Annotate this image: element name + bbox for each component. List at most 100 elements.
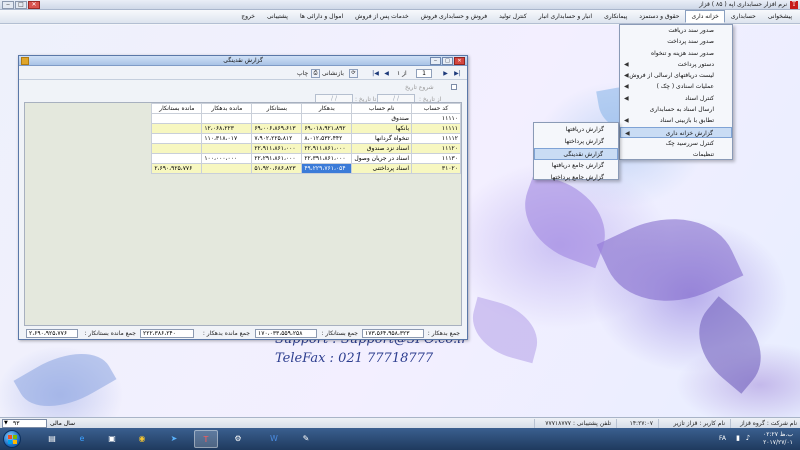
cell-credit[interactable]: ۲۲،۹۱۱،۸۶۱،۰۰۰	[251, 143, 303, 154]
dropdown-item[interactable]: صدور سند دریافت	[620, 25, 732, 36]
submenu-item[interactable]: گزارش نقدینگی	[534, 148, 618, 160]
cell-account-name[interactable]: اسناد پرداختنی	[351, 163, 412, 174]
dropdown-item[interactable]: لیست دریافتهای ارسالی از فروش ◀	[620, 70, 732, 81]
cell-credit[interactable]: ۲۲،۲۹۱،۸۶۱،۰۰۰	[251, 153, 303, 164]
minimize-button[interactable]: ‒	[2, 1, 14, 9]
cell-account-code[interactable]: ۱۱۱۳۰	[411, 153, 461, 164]
explorer-taskbar-icon[interactable]: ▤	[40, 430, 64, 448]
cell-remaining-credit[interactable]	[151, 123, 203, 134]
dropdown-item[interactable]: ارسال اسناد به حسابداری	[620, 104, 732, 115]
table-row[interactable]: ۱۱۱۱۰ صندوق	[151, 113, 461, 124]
table-row[interactable]: ۱۱۱۱۱ بانکها ۶۹،۰۱۸،۹۲۱،۸۹۲ ۶۹،۰۰۶،۸۶۹،۶۱۳ ۱…	[151, 123, 461, 134]
refresh-icon[interactable]: ⟳	[349, 69, 358, 78]
menu-assets[interactable]: اموال و دارائی ها	[294, 10, 349, 23]
table-row[interactable]: ۱۱۱۳۰ اسناد در جریان وصول ۲۲،۳۹۱،۸۶۱،۰۰۰ ۲۲…	[151, 153, 461, 164]
dropdown-item[interactable]: تنظیمات	[620, 149, 732, 160]
menu-payroll[interactable]: حقوق و دستمزد	[633, 10, 685, 23]
cell-debit[interactable]: ۴۹،۲۲۹،۷۶۱،۰۵۴	[301, 163, 353, 174]
cell-account-code[interactable]: ۱۱۱۲۰	[411, 143, 461, 154]
cell-debit[interactable]: ۲۲،۹۱۱،۸۶۱،۰۰۰	[301, 143, 353, 154]
menu-after-sales[interactable]: خدمات پس از فروش	[349, 10, 415, 23]
cell-remaining-credit[interactable]	[151, 133, 203, 144]
table-row[interactable]: ۱۱۱۲۰ اسناد نزد صندوق ۲۲،۹۱۱،۸۶۱،۰۰۰ ۲۲،۹۱۱…	[151, 143, 461, 154]
refresh-label[interactable]: بازنشانی	[322, 70, 344, 77]
dropdown-item[interactable]: گزارش خزانه داری ◀	[620, 126, 732, 138]
dropdown-item[interactable]: صدور سند پرداخت	[620, 36, 732, 47]
cell-account-name[interactable]: بانکها	[351, 123, 412, 134]
cell-credit[interactable]	[251, 113, 303, 124]
menu-inventory[interactable]: انبار و حسابداری انبار	[533, 10, 598, 23]
cell-account-code[interactable]: ۱۱۱۱۱	[411, 123, 461, 134]
cell-account-name[interactable]: صندوق	[351, 113, 412, 124]
menu-support[interactable]: پشتیبانی	[261, 10, 294, 23]
menu-contracting[interactable]: پیمانکاری	[598, 10, 633, 23]
cell-remaining-credit[interactable]	[151, 143, 203, 154]
menu-production[interactable]: کنترل تولید	[493, 10, 533, 23]
tool-taskbar-icon[interactable]: ⚙	[226, 430, 250, 448]
cell-remaining-debit[interactable]	[201, 163, 253, 174]
print-icon[interactable]: ⎙	[311, 69, 320, 78]
dropdown-item[interactable]: تطابق با بازبینی اسناد ◀	[620, 115, 732, 126]
cell-remaining-debit[interactable]: ۱۰۰،۰۰۰،۰۰۰	[201, 153, 253, 164]
volume-icon[interactable]: ♪	[744, 434, 752, 442]
ie-taskbar-icon[interactable]: e	[70, 430, 94, 448]
cell-credit[interactable]: ۵۱،۹۲۰،۶۸۶،۸۲۳	[251, 163, 303, 174]
cell-remaining-debit[interactable]	[201, 143, 253, 154]
submenu-item[interactable]: گزارش جامع دریافتها	[534, 160, 618, 172]
submenu-item[interactable]: گزارش دریافتها	[534, 124, 618, 136]
col-remaining-debit[interactable]: مانده بدهکار	[201, 103, 253, 114]
maximize-button[interactable]: □	[15, 1, 27, 9]
paint-taskbar-icon[interactable]: ✎	[294, 430, 318, 448]
dropdown-item[interactable]: کنترل اسناد ◀	[620, 93, 732, 104]
word-taskbar-icon[interactable]: W	[262, 430, 286, 448]
col-credit[interactable]: بستانکار	[251, 103, 303, 114]
cell-account-name[interactable]: اسناد نزد صندوق	[351, 143, 412, 154]
col-account-name[interactable]: نام حساب	[351, 103, 412, 114]
dropdown-item[interactable]: کنترل سررسید چک	[620, 138, 732, 149]
cell-debit[interactable]: ۶۹،۰۱۸،۹۲۱،۸۹۲	[301, 123, 353, 134]
chrome-taskbar-icon[interactable]: ◉	[130, 430, 154, 448]
report-maximize-button[interactable]: □	[442, 57, 453, 65]
telegram-taskbar-icon[interactable]: ➤	[162, 430, 186, 448]
page-number-input[interactable]: 1	[416, 69, 432, 78]
col-account-code[interactable]: کد حساب	[411, 103, 461, 114]
menu-sales[interactable]: فروش و حسابداری فروش	[415, 10, 493, 23]
cell-remaining-debit[interactable]: ۱۲،۰۶۸،۲۲۳	[201, 123, 253, 134]
submenu-item[interactable]: گزارش پرداختها	[534, 136, 618, 148]
cell-credit[interactable]: ۶۹،۰۰۶،۸۶۹،۶۱۳	[251, 123, 303, 134]
first-page-button[interactable]: |◀	[371, 69, 380, 78]
table-row[interactable]: ۳۱۰۲۰ اسناد پرداختنی ۴۹،۲۲۹،۷۶۱،۰۵۴ ۵۱،۹۲۰،…	[151, 163, 461, 174]
cell-account-code[interactable]: ۱۱۱۱۰	[411, 113, 461, 124]
col-remaining-credit[interactable]: مانده بستانکار	[151, 103, 203, 114]
cell-credit[interactable]: ۷،۹۰۲،۲۲۵،۸۱۲	[251, 133, 303, 144]
accounting-app-taskbar-icon[interactable]: T	[194, 430, 218, 448]
date-filter-checkbox[interactable]	[451, 84, 457, 90]
cell-remaining-credit[interactable]: ۲،۶۹۰،۹۲۵،۷۷۶	[151, 163, 203, 174]
dropdown-item[interactable]: صدور سند هزینه و تنخواه	[620, 48, 732, 59]
menu-exit[interactable]: خروج	[235, 10, 261, 23]
submenu-item[interactable]: گزارش جامع پرداختها	[534, 172, 618, 184]
next-page-button[interactable]: ▶	[441, 69, 450, 78]
print-label[interactable]: چاپ	[297, 70, 308, 77]
menu-treasury[interactable]: خزانه داری	[685, 10, 725, 23]
language-indicator[interactable]: FA	[719, 435, 726, 442]
cell-account-name[interactable]: تنخواه گردانها	[351, 133, 412, 144]
cell-remaining-debit[interactable]: ۱۱۰،۳۱۸،۰۱۷	[201, 133, 253, 144]
report-minimize-button[interactable]: ‒	[430, 57, 441, 65]
table-row[interactable]: ۱۱۱۱۲ تنخواه گردانها ۸،۰۱۲،۵۳۲،۴۴۲ ۷،۹۰۲،۲۲…	[151, 133, 461, 144]
cell-remaining-debit[interactable]	[201, 113, 253, 124]
cell-debit[interactable]: ۲۲،۳۹۱،۸۶۱،۰۰۰	[301, 153, 353, 164]
close-button[interactable]: ✕	[28, 1, 40, 9]
cell-debit[interactable]: ۸،۰۱۲،۵۳۲،۴۴۲	[301, 133, 353, 144]
report-close-button[interactable]: ✕	[454, 57, 465, 65]
cell-remaining-credit[interactable]	[151, 113, 203, 124]
cell-account-code[interactable]: ۱۱۱۱۲	[411, 133, 461, 144]
col-debit[interactable]: بدهکار	[301, 103, 353, 114]
menu-accounting[interactable]: حسابداری	[725, 10, 762, 23]
files-taskbar-icon[interactable]: ▣	[100, 430, 124, 448]
dropdown-item[interactable]: دستور پرداخت ◀	[620, 59, 732, 70]
last-page-button[interactable]: ▶|	[453, 69, 462, 78]
dropdown-item[interactable]: عملیات اسنادی ( چک ) ◀	[620, 81, 732, 92]
cell-account-code[interactable]: ۳۱۰۲۰	[411, 163, 461, 174]
menu-pishkhan[interactable]: پیشخوانی	[762, 10, 798, 23]
